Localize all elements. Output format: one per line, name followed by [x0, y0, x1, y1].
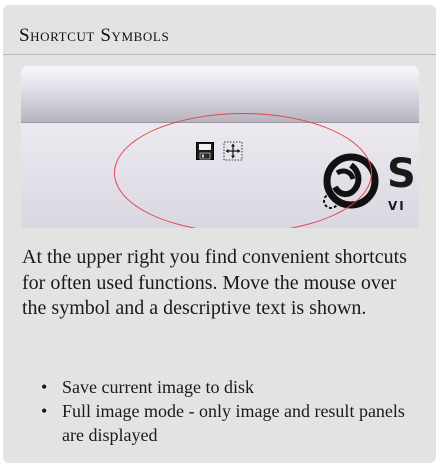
logo-letters: S(	[387, 151, 419, 197]
list-item-text: Save current image to disk	[62, 377, 254, 397]
bullet-icon: •	[41, 401, 48, 421]
screenshot-figure: S( VI	[21, 66, 419, 228]
highlight-ellipse	[114, 113, 372, 228]
shortcut-list: • Save current image to disk • Full imag…	[41, 375, 421, 447]
title-divider	[3, 54, 436, 55]
list-item: • Full image mode - only image and resul…	[41, 399, 421, 447]
list-item-text: Full image mode - only image and result …	[62, 401, 405, 445]
list-item: • Save current image to disk	[41, 375, 421, 399]
shortcut-symbols-panel: Shortcut Symbols S( VI At	[3, 5, 436, 463]
panel-title: Shortcut Symbols	[19, 25, 170, 46]
bullet-icon: •	[41, 377, 48, 397]
logo-subtext: VI	[388, 199, 406, 213]
description-text: At the upper right you find convenient s…	[22, 246, 407, 319]
